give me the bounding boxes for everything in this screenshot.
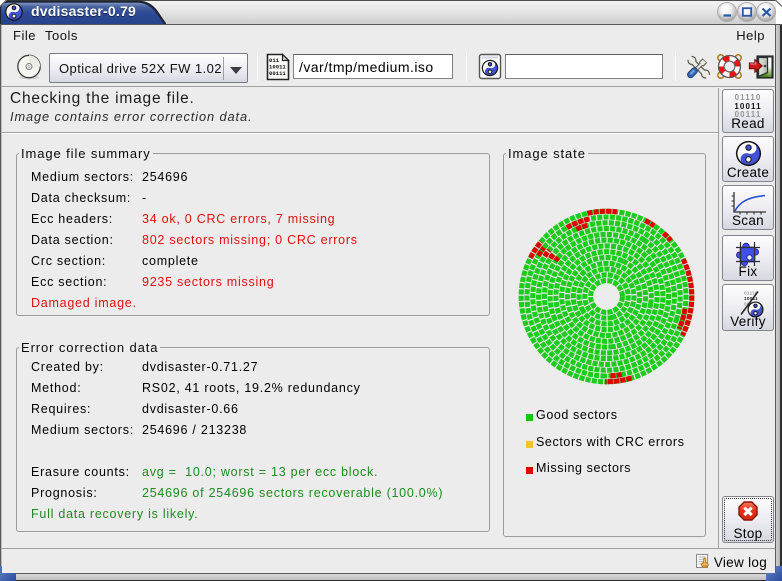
svg-text:00111: 00111 <box>269 70 286 77</box>
